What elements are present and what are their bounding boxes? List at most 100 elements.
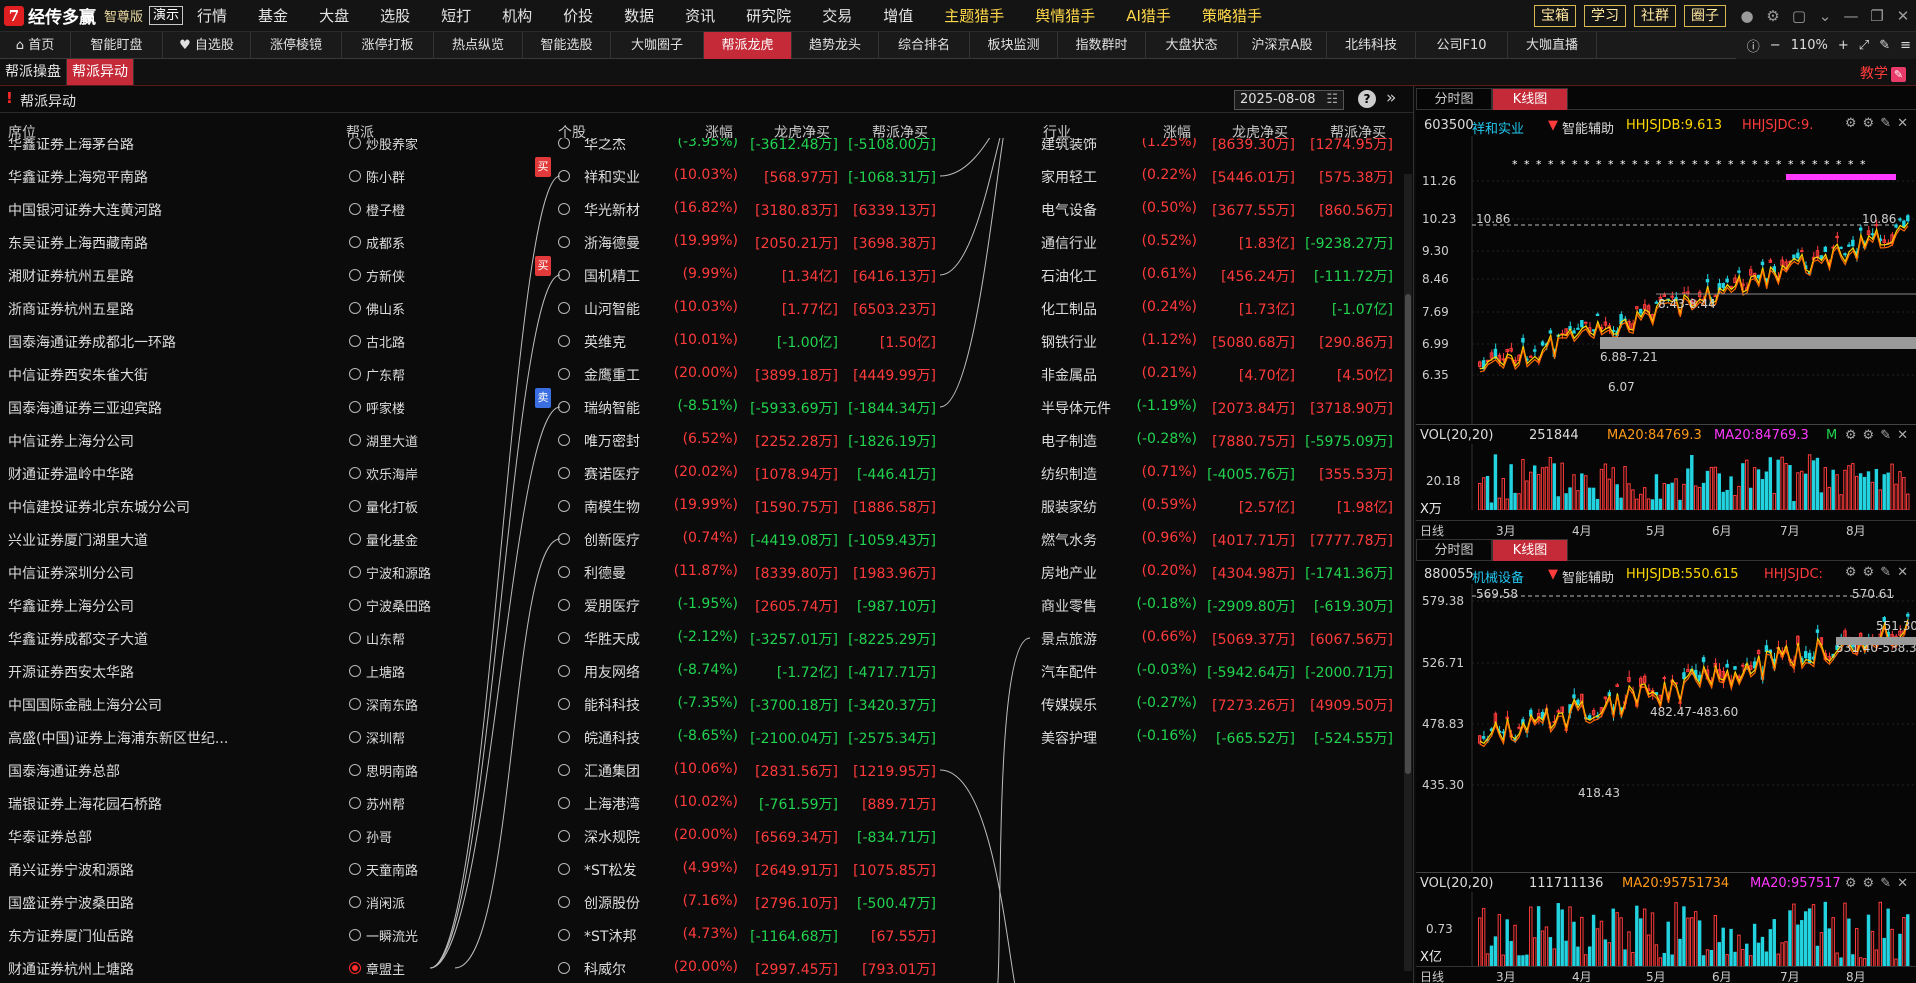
- seat-name[interactable]: 华鑫证券上海宛平南路: [8, 167, 148, 187]
- stock-radio[interactable]: [558, 302, 570, 314]
- stock-radio[interactable]: [558, 170, 570, 182]
- minimize-icon[interactable]: —: [1838, 7, 1864, 25]
- seat-name[interactable]: 华鑫证券上海茅台路: [8, 138, 134, 154]
- gang-name[interactable]: 上塘路: [366, 662, 405, 681]
- vertical-scrollbar[interactable]: [1404, 174, 1412, 971]
- menu-item-4[interactable]: 短打: [441, 5, 471, 26]
- seat-name[interactable]: 中国国际金融上海分公司: [8, 695, 162, 715]
- tab-11[interactable]: 板块监测: [970, 32, 1058, 59]
- gang-name[interactable]: 湖里大道: [366, 431, 418, 450]
- gang-radio[interactable]: [349, 302, 361, 314]
- stock-radio[interactable]: [558, 467, 570, 479]
- industry-name[interactable]: 化工制品: [1041, 299, 1097, 319]
- kline1-tools[interactable]: ⚙⚙✎✕: [1845, 116, 1914, 131]
- stock-name[interactable]: 利德曼: [584, 563, 626, 583]
- stock-radio[interactable]: [558, 401, 570, 413]
- stock-radio[interactable]: [558, 929, 570, 941]
- stock-name[interactable]: 国机精工: [584, 266, 640, 286]
- settings-gear-icon[interactable]: ⚙: [1760, 7, 1786, 25]
- assist-dropdown-icon-2[interactable]: ▼: [1548, 567, 1558, 582]
- stock-name[interactable]: 英维克: [584, 332, 626, 352]
- tab-15[interactable]: 北纬科技: [1327, 32, 1416, 59]
- seat-name[interactable]: 湘财证券杭州五星路: [8, 266, 134, 286]
- stock-radio[interactable]: [558, 269, 570, 281]
- gang-name[interactable]: 深南东路: [366, 695, 418, 714]
- tab-8[interactable]: 帮派龙虎: [704, 32, 792, 59]
- gang-name[interactable]: 成都系: [366, 233, 405, 252]
- stock-name[interactable]: 科威尔: [584, 959, 626, 979]
- gang-radio[interactable]: [349, 170, 361, 182]
- industry-name[interactable]: 汽车配件: [1041, 662, 1097, 682]
- calendar-icon[interactable]: ☷: [1326, 91, 1338, 109]
- gang-name[interactable]: 孙哥: [366, 827, 392, 846]
- gang-radio[interactable]: [349, 929, 361, 941]
- gang-name[interactable]: 宁波和源路: [366, 563, 431, 582]
- seat-name[interactable]: 浙商证券杭州五星路: [8, 299, 134, 319]
- stock-radio[interactable]: [558, 698, 570, 710]
- industry-name[interactable]: 家用轻工: [1041, 167, 1097, 187]
- kline2-tab-intraday[interactable]: 分时图: [1416, 539, 1492, 561]
- industry-name[interactable]: 纺织制造: [1041, 464, 1097, 484]
- stock-name[interactable]: 山河智能: [584, 299, 640, 319]
- tab-10[interactable]: 综合排名: [879, 32, 970, 59]
- stock-radio[interactable]: [558, 533, 570, 545]
- gang-name[interactable]: 佛山系: [366, 299, 405, 318]
- menu-item-6[interactable]: 价投: [563, 5, 593, 26]
- seat-name[interactable]: 兴业证券厦门湖里大道: [8, 530, 148, 550]
- seat-name[interactable]: 华泰证券总部: [8, 827, 92, 847]
- gang-name[interactable]: 思明南路: [366, 761, 418, 780]
- window-icon[interactable]: ▢: [1786, 7, 1812, 25]
- industry-name[interactable]: 电子制造: [1041, 431, 1097, 451]
- tab-16[interactable]: 公司F10: [1416, 32, 1508, 59]
- gang-radio[interactable]: [349, 566, 361, 578]
- stock-radio[interactable]: [558, 138, 570, 149]
- kline1-assist[interactable]: 智能辅助: [1562, 118, 1614, 137]
- gang-radio[interactable]: [349, 863, 361, 875]
- stock-radio[interactable]: [558, 665, 570, 677]
- stock-radio[interactable]: [558, 368, 570, 380]
- seat-name[interactable]: 财通证券温岭中华路: [8, 464, 134, 484]
- industry-name[interactable]: 美容护理: [1041, 728, 1097, 748]
- kline2-tools[interactable]: ⚙⚙✎✕: [1845, 565, 1914, 580]
- gang-name[interactable]: 量化基金: [366, 530, 418, 549]
- gang-name[interactable]: 欢乐海岸: [366, 464, 418, 483]
- gang-name[interactable]: 陈小群: [366, 167, 405, 186]
- stock-name[interactable]: 唯万密封: [584, 431, 640, 451]
- kline1-tab-kline[interactable]: K线图: [1492, 88, 1568, 110]
- gang-radio[interactable]: [349, 368, 361, 380]
- industry-name[interactable]: 景点旅游: [1041, 629, 1097, 649]
- stock-name[interactable]: 赛诺医疗: [584, 464, 640, 484]
- chevron-down-icon[interactable]: ⌄: [1812, 7, 1838, 25]
- gang-radio[interactable]: [349, 434, 361, 446]
- seat-name[interactable]: 东吴证券上海西藏南路: [8, 233, 148, 253]
- kline2-tab-kline[interactable]: K线图: [1492, 539, 1568, 561]
- tab-14[interactable]: 沪深京A股: [1238, 32, 1327, 59]
- gang-name[interactable]: 方新侠: [366, 266, 405, 285]
- gang-radio[interactable]: [349, 698, 361, 710]
- seat-name[interactable]: 中信证券西安朱雀大街: [8, 365, 148, 385]
- stock-name[interactable]: 祥和实业: [584, 167, 640, 187]
- tab-4[interactable]: 涨停打板: [342, 32, 434, 59]
- menu-item-5[interactable]: 机构: [502, 5, 532, 26]
- stock-name[interactable]: 华之杰: [584, 138, 626, 154]
- industry-name[interactable]: 非金属品: [1041, 365, 1097, 385]
- kline1-tab-intraday[interactable]: 分时图: [1416, 88, 1492, 110]
- stock-name[interactable]: *ST沐邦: [584, 926, 636, 946]
- seat-name[interactable]: 中信证券深圳分公司: [8, 563, 134, 583]
- seat-name[interactable]: 瑞银证券上海花园石桥路: [8, 794, 162, 814]
- gang-name[interactable]: 山东帮: [366, 629, 405, 648]
- menu-item-12[interactable]: 主题猎手: [944, 5, 1004, 26]
- stock-radio[interactable]: [558, 764, 570, 776]
- stock-radio[interactable]: [558, 731, 570, 743]
- seat-name[interactable]: 华鑫证券上海分公司: [8, 596, 134, 616]
- stock-radio[interactable]: [558, 434, 570, 446]
- industry-name[interactable]: 电气设备: [1041, 200, 1097, 220]
- seat-name[interactable]: 华鑫证券成都交子大道: [8, 629, 148, 649]
- gang-radio[interactable]: [349, 533, 361, 545]
- menu-item-3[interactable]: 选股: [380, 5, 410, 26]
- tab-9[interactable]: 趋势龙头: [792, 32, 879, 59]
- subtab-0[interactable]: 帮派操盘: [0, 59, 67, 85]
- seat-name[interactable]: 国泰海通证券成都北一环路: [8, 332, 176, 352]
- tab-0[interactable]: ⌂ 首页: [0, 32, 71, 59]
- seat-name[interactable]: 国泰海通证券总部: [8, 761, 120, 781]
